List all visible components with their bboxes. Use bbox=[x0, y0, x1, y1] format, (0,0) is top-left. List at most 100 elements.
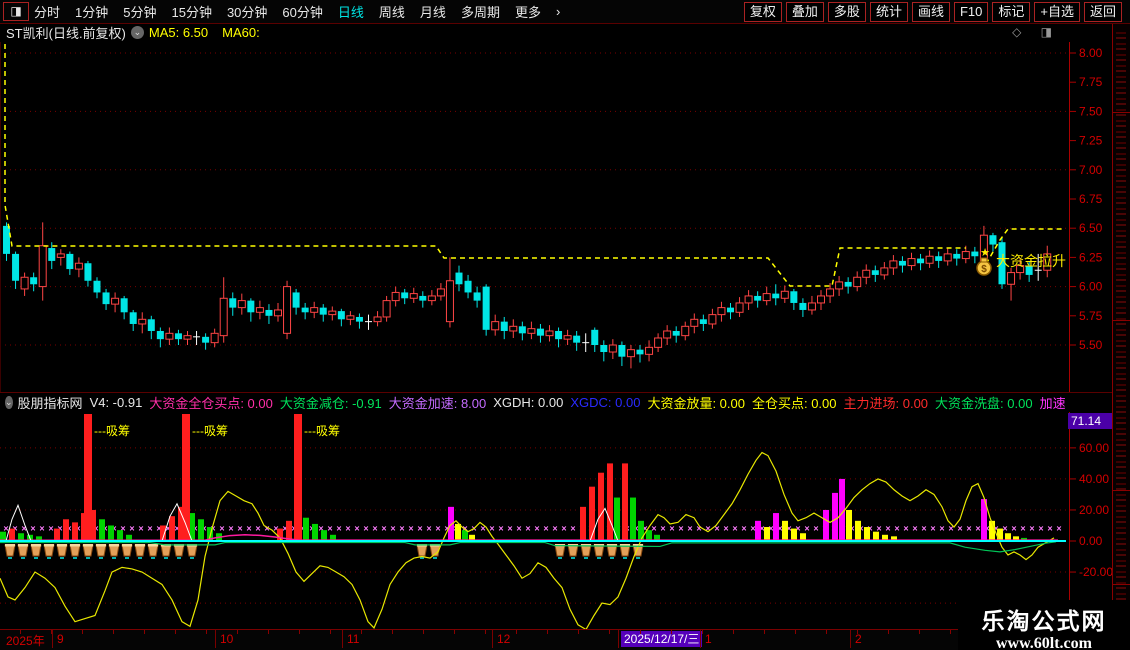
chart-subheader: ST凯利(日线.前复权) ⌄ MA5: 6.50 MA60: ◇ ◨ bbox=[0, 24, 1110, 41]
svg-text:×: × bbox=[363, 524, 368, 534]
indicator-dropdown-icon[interactable]: ⌄ bbox=[5, 396, 13, 409]
svg-text:×: × bbox=[498, 524, 503, 534]
period-item-月线[interactable]: 月线 bbox=[420, 2, 446, 21]
indicator-field: XGDH: 0.00 bbox=[493, 395, 564, 410]
indicator-field: V4: -0.91 bbox=[89, 395, 143, 410]
toolbar-button-多股[interactable]: 多股 bbox=[827, 1, 866, 22]
indicator-field: XGDC: 0.00 bbox=[570, 395, 641, 410]
svg-text:×: × bbox=[1011, 524, 1016, 534]
svg-text:×: × bbox=[939, 524, 944, 534]
period-item-1分钟[interactable]: 1分钟 bbox=[75, 2, 108, 21]
period-item-分时[interactable]: 分时 bbox=[34, 2, 60, 21]
chevron-down-icon[interactable]: ⌄ bbox=[130, 26, 144, 39]
watermark-url: www.60lt.com bbox=[996, 635, 1092, 650]
svg-text:×: × bbox=[255, 524, 260, 534]
period-item-5分钟[interactable]: 5分钟 bbox=[123, 2, 156, 21]
svg-text:×: × bbox=[138, 524, 143, 534]
accumulation-spike bbox=[182, 414, 190, 541]
period-item-周线[interactable]: 周线 bbox=[379, 2, 405, 21]
svg-text:×: × bbox=[975, 524, 980, 534]
indicator-field: 大资金放量: 0.00 bbox=[647, 396, 745, 411]
svg-text:×: × bbox=[741, 524, 746, 534]
svg-text:0.00: 0.00 bbox=[1079, 534, 1103, 548]
indicator-field: 加速见顶: 0.00 bbox=[1039, 396, 1066, 411]
svg-text:×: × bbox=[966, 524, 971, 534]
chip-basket-icon bbox=[186, 544, 198, 557]
svg-text:×: × bbox=[327, 524, 332, 534]
svg-text:6.00: 6.00 bbox=[1079, 280, 1103, 294]
toolbar-button-标记[interactable]: 标记 bbox=[992, 1, 1031, 22]
period-item-日线[interactable]: 日线 bbox=[338, 2, 364, 21]
svg-text:6.50: 6.50 bbox=[1079, 221, 1103, 235]
stock-app-window: ◨ 分时 1分钟 5分钟 15分钟 30分钟 60分钟 日线 周线 月线 多周期 更多 › 复权 叠加多… bbox=[0, 0, 1130, 650]
svg-text:×: × bbox=[957, 524, 962, 534]
date-axis: 2025年 2025/12/17/三 9 10 11 12 1 2 bbox=[0, 629, 1112, 650]
toolbar-button-+自选[interactable]: +自选 bbox=[1034, 1, 1080, 22]
month-label: 1 bbox=[705, 632, 712, 646]
period-item-多周期[interactable]: 多周期 bbox=[461, 2, 500, 21]
indicator-header: ⌄ 股朋指标网 V4: -0.91 大资金全仓买点: 0.00 大资金减仓: -0.91… bbox=[0, 394, 1066, 411]
svg-text:×: × bbox=[912, 524, 917, 534]
toolbar-button-叠加[interactable]: 叠加 bbox=[785, 1, 824, 22]
period-item-30分钟[interactable]: 30分钟 bbox=[227, 2, 267, 21]
month-label: 2 bbox=[855, 632, 862, 646]
chip-basket-icon bbox=[108, 544, 120, 557]
period-item-15分钟[interactable]: 15分钟 bbox=[171, 2, 211, 21]
chip-basket-icon bbox=[30, 544, 42, 557]
toolbar-button-F10[interactable]: F10 bbox=[953, 1, 989, 22]
chip-basket-icon bbox=[160, 544, 172, 557]
svg-text:×: × bbox=[48, 524, 53, 534]
chip-basket-icon bbox=[121, 544, 133, 557]
toolbar-button-复权[interactable]: 复权 bbox=[743, 1, 782, 22]
corner-icons[interactable]: ◇ ◨ bbox=[1012, 25, 1060, 39]
indicator-field: 大资金全仓买点: 0.00 bbox=[149, 396, 273, 411]
main-candle-chart[interactable]: 8.00 7.75 7.50 7.25 7.00 6.75 6.50 6.25 6.00 5.75… bbox=[0, 42, 1112, 392]
top-toolbar: ◨ 分时 1分钟 5分钟 15分钟 30分钟 60分钟 日线 周线 月线 多周期 更多 › 复权 叠加多… bbox=[0, 0, 1130, 24]
indicator-field: 主力进场: 0.00 bbox=[843, 396, 929, 411]
chip-basket-icon bbox=[173, 544, 185, 557]
svg-text:×: × bbox=[570, 524, 575, 534]
svg-text:$: $ bbox=[981, 264, 987, 275]
month-label: 11 bbox=[347, 632, 360, 646]
svg-text:×: × bbox=[489, 524, 494, 534]
signal-text: 大资金拉升 bbox=[996, 253, 1066, 269]
svg-text:×: × bbox=[750, 524, 755, 534]
chip-basket-icon bbox=[56, 544, 68, 557]
svg-text:7.00: 7.00 bbox=[1079, 163, 1103, 177]
svg-text:×: × bbox=[723, 524, 728, 534]
svg-text:×: × bbox=[678, 524, 683, 534]
svg-text:×: × bbox=[552, 524, 557, 534]
svg-text:-20.00: -20.00 bbox=[1079, 565, 1112, 579]
svg-text:×: × bbox=[345, 524, 350, 534]
ma5-value: MA5: 6.50 bbox=[148, 25, 209, 40]
svg-text:×: × bbox=[1056, 524, 1061, 534]
panel-divider bbox=[0, 392, 1112, 393]
indicator-field: 大资金洗盘: 0.00 bbox=[935, 396, 1033, 411]
month-label: 9 bbox=[57, 632, 64, 646]
period-item-›[interactable]: › bbox=[556, 4, 560, 19]
svg-text:×: × bbox=[1029, 524, 1034, 534]
svg-text:×: × bbox=[408, 524, 413, 534]
svg-text:×: × bbox=[885, 524, 890, 534]
svg-text:×: × bbox=[129, 524, 134, 534]
svg-text:7.50: 7.50 bbox=[1079, 104, 1103, 118]
ma60-value: MA60: bbox=[222, 25, 260, 40]
split-window-icon[interactable]: ◨ bbox=[3, 2, 29, 21]
svg-text:×: × bbox=[507, 524, 512, 534]
toolbar-button-统计[interactable]: 统计 bbox=[869, 1, 908, 22]
accumulation-label: ---吸筹 bbox=[192, 424, 228, 438]
toolbar-button-画线[interactable]: 画线 bbox=[911, 1, 950, 22]
svg-text:×: × bbox=[435, 524, 440, 534]
watermark-site-name: 乐淘公式网 bbox=[981, 608, 1107, 634]
signal-money-bag-icon: $ bbox=[976, 257, 992, 276]
chip-basket-icon bbox=[43, 544, 55, 557]
period-item-更多[interactable]: 更多 bbox=[515, 2, 541, 21]
indicator-panel[interactable]: 60.00 40.00 20.00 0.00 -20.00 × × × × × × × × × × × × × × ×… bbox=[0, 412, 1112, 629]
svg-text:×: × bbox=[921, 524, 926, 534]
chip-basket-icon bbox=[580, 544, 592, 557]
right-sidebar-strip[interactable] bbox=[1112, 24, 1130, 650]
svg-text:×: × bbox=[669, 524, 674, 534]
chip-basket-icon bbox=[416, 544, 428, 557]
toolbar-button-返回[interactable]: 返回 bbox=[1083, 1, 1122, 22]
period-item-60分钟[interactable]: 60分钟 bbox=[282, 2, 322, 21]
